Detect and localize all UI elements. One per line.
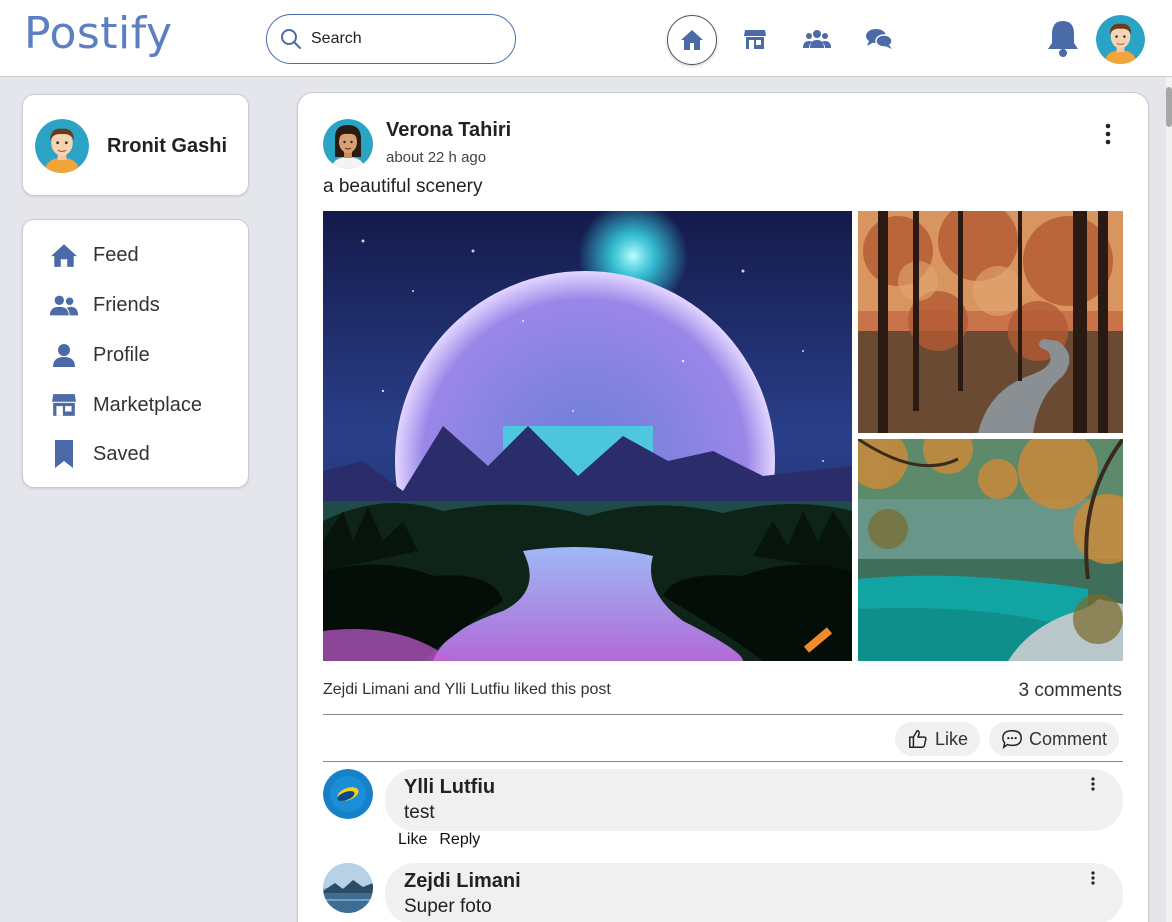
comment-button-label: Comment	[1029, 728, 1108, 749]
nav-messages-button[interactable]	[864, 24, 894, 54]
nav-home-button[interactable]	[667, 15, 717, 65]
comment-bubble: Ylli Lutfiu test	[385, 769, 1123, 831]
like-button-label: Like	[935, 728, 969, 749]
post-image-main[interactable]	[323, 211, 852, 661]
comment-options-button[interactable]	[1085, 777, 1101, 797]
profile-icon	[49, 340, 79, 370]
sidebar-item-marketplace[interactable]: Marketplace	[49, 387, 239, 423]
comment-actions: Like Reply	[398, 831, 480, 849]
bookmark-icon	[49, 439, 79, 469]
comment-author-name[interactable]: Ylli Lutfiu	[404, 776, 495, 799]
comment-author-avatar[interactable]	[323, 769, 373, 819]
more-vertical-icon	[1091, 777, 1095, 791]
sidebar-item-friends[interactable]: Friends	[49, 287, 239, 323]
sidebar-item-saved[interactable]: Saved	[49, 436, 239, 472]
sidebar-item-label: Friends	[93, 293, 160, 316]
comment-author-name[interactable]: Zejdi Limani	[404, 870, 521, 893]
post-options-button[interactable]	[1096, 119, 1120, 149]
sidebar-menu: Feed Friends Profile Marketplace Saved	[22, 219, 249, 488]
nav-friends-button[interactable]	[802, 24, 832, 54]
more-vertical-icon	[1091, 871, 1095, 885]
sidebar-item-label: Marketplace	[93, 393, 202, 416]
post-image-3[interactable]	[858, 439, 1123, 661]
comment-author-avatar[interactable]	[323, 863, 373, 913]
sidebar-item-label: Profile	[93, 343, 150, 366]
user-avatar[interactable]	[1096, 15, 1145, 64]
comment-reply-link[interactable]: Reply	[439, 831, 480, 849]
post-author-name[interactable]: Verona Tahiri	[386, 119, 511, 142]
post-image-2[interactable]	[858, 211, 1123, 433]
like-button[interactable]: Like	[895, 722, 981, 756]
store-icon	[49, 390, 79, 420]
home-icon	[49, 240, 79, 270]
post-card: Verona Tahiri about 22 h ago a beautiful…	[297, 92, 1149, 922]
comment-text: Super foto	[404, 896, 492, 917]
notifications-button[interactable]	[1044, 18, 1082, 58]
search-icon	[281, 29, 301, 49]
post-comments-count[interactable]: 3 comments	[1019, 680, 1122, 702]
profile-card[interactable]: Rronit Gashi	[22, 94, 249, 196]
current-user-avatar	[35, 119, 89, 173]
current-user-name: Rronit Gashi	[107, 135, 228, 157]
divider	[323, 714, 1123, 715]
app-logo[interactable]: Postify	[24, 8, 173, 59]
comment-button[interactable]: Comment	[989, 722, 1120, 756]
bell-icon	[1048, 21, 1078, 57]
post-author-avatar[interactable]	[323, 119, 373, 169]
thumbs-up-icon	[909, 730, 927, 748]
comment-bubble: Zejdi Limani Super foto	[385, 863, 1123, 922]
store-icon	[744, 30, 766, 49]
post-likes-summary[interactable]: Zejdi Limani and Ylli Lutfiu liked this …	[323, 681, 611, 699]
page-scrollbar[interactable]	[1166, 77, 1172, 922]
sidebar-item-profile[interactable]: Profile	[49, 337, 239, 373]
comment-like-link[interactable]: Like	[398, 831, 427, 849]
more-vertical-icon	[1105, 123, 1111, 145]
sidebar-item-label: Feed	[93, 243, 139, 266]
post-text: a beautiful scenery	[323, 176, 483, 197]
search-input[interactable]	[311, 30, 501, 48]
post-timestamp: about 22 h ago	[386, 149, 487, 166]
home-icon	[681, 30, 703, 50]
friends-icon	[803, 30, 831, 48]
sidebar-item-feed[interactable]: Feed	[49, 237, 239, 273]
top-bar: Postify	[0, 0, 1172, 77]
nav-marketplace-button[interactable]	[740, 24, 770, 54]
comment-icon	[1002, 730, 1022, 749]
sidebar-item-label: Saved	[93, 442, 150, 465]
divider	[323, 761, 1123, 762]
comment-options-button[interactable]	[1085, 871, 1101, 891]
friends-icon	[49, 290, 79, 320]
chat-icon	[866, 29, 893, 49]
comment-text: test	[404, 802, 435, 823]
search-box[interactable]	[266, 14, 516, 64]
scrollbar-thumb[interactable]	[1166, 87, 1172, 127]
